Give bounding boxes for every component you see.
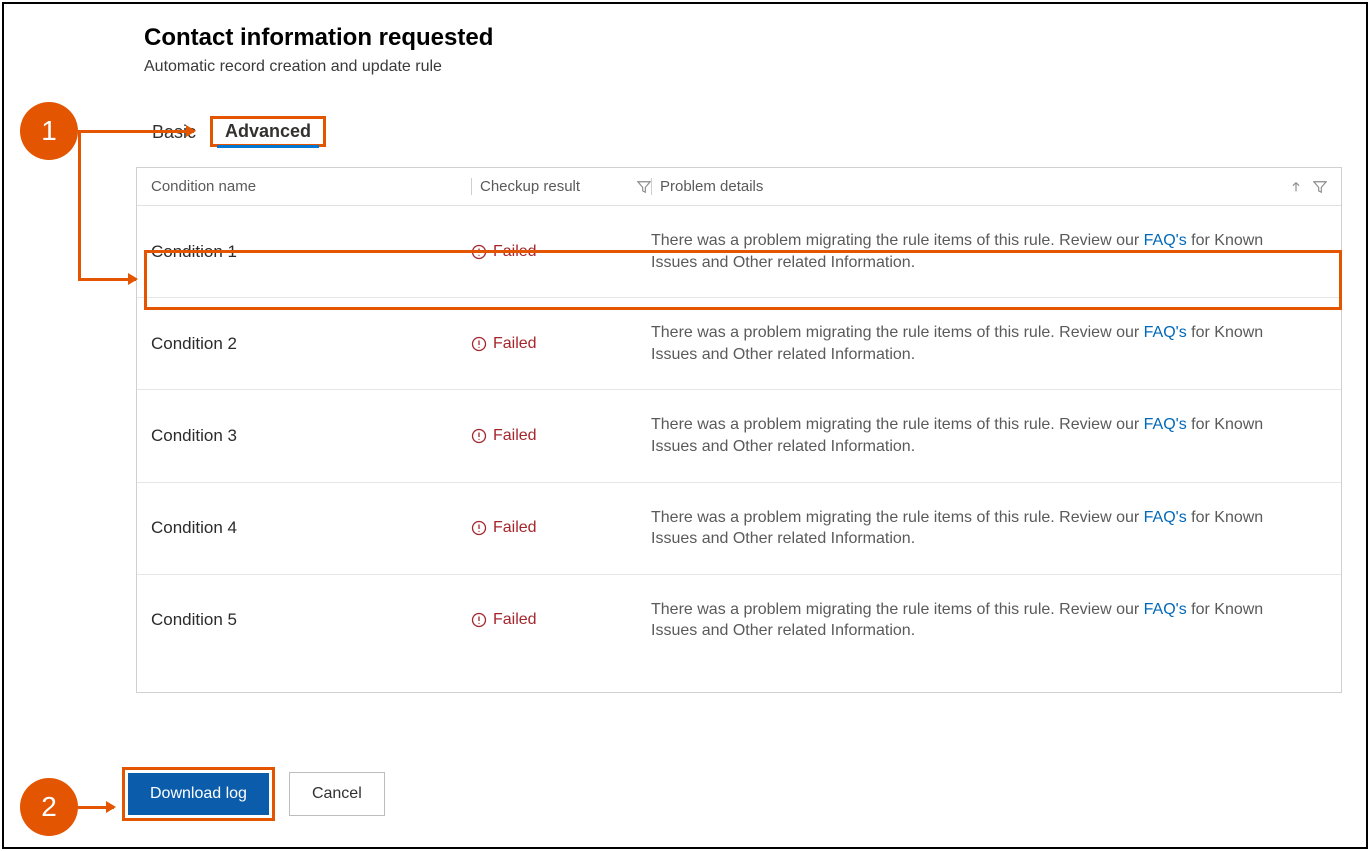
result-status-text: Failed: [493, 427, 537, 445]
annotation-arrow-1a: [78, 130, 194, 133]
error-icon: [471, 336, 487, 352]
annotation-arrow-1b: [78, 278, 136, 281]
cell-problem-details: There was a problem migrating the rule i…: [651, 507, 1327, 550]
annotation-badge-2-label: 2: [41, 791, 57, 823]
cell-problem-details: There was a problem migrating the rule i…: [651, 230, 1327, 273]
cell-condition-name: Condition 5: [151, 610, 471, 630]
details-text-pre: There was a problem migrating the rule i…: [651, 601, 1144, 618]
cell-problem-details: There was a problem migrating the rule i…: [651, 599, 1327, 642]
tab-advanced[interactable]: Advanced: [217, 115, 319, 148]
error-icon: [471, 244, 487, 260]
conditions-table: Condition name Checkup result Problem de…: [136, 167, 1342, 693]
table-row[interactable]: Condition 4 Failed There was a problem mig…: [137, 483, 1341, 575]
cell-checkup-result: Failed: [471, 335, 651, 353]
cell-condition-name: Condition 2: [151, 334, 471, 354]
app-frame: Contact information requested Automatic …: [2, 2, 1368, 849]
column-header-condition-name[interactable]: Condition name: [151, 178, 471, 195]
faq-link[interactable]: FAQ's: [1144, 509, 1187, 526]
result-status-text: Failed: [493, 519, 537, 537]
page-title: Contact information requested: [144, 24, 1366, 52]
cell-condition-name: Condition 1: [151, 242, 471, 262]
download-log-button[interactable]: Download log: [128, 773, 269, 815]
details-text-pre: There was a problem migrating the rule i…: [651, 232, 1144, 249]
column-header-problem-details[interactable]: Problem details: [651, 178, 1327, 195]
cell-condition-name: Condition 3: [151, 426, 471, 446]
filter-icon[interactable]: [637, 180, 651, 194]
annotation-badge-1-label: 1: [41, 115, 57, 147]
column-header-problem-details-label: Problem details: [660, 178, 763, 195]
page-subtitle: Automatic record creation and update rul…: [144, 58, 1366, 76]
cancel-button[interactable]: Cancel: [289, 772, 385, 816]
error-icon: [471, 520, 487, 536]
column-header-checkup-result-label: Checkup result: [480, 178, 580, 195]
cell-checkup-result: Failed: [471, 427, 651, 445]
column-header-checkup-result[interactable]: Checkup result: [471, 178, 651, 195]
annotation-highlight-advanced: Advanced: [210, 116, 326, 147]
cell-problem-details: There was a problem migrating the rule i…: [651, 414, 1327, 457]
cell-checkup-result: Failed: [471, 243, 651, 261]
result-status-text: Failed: [493, 335, 537, 353]
tabs: Basic Advanced: [144, 116, 1366, 147]
cell-problem-details: There was a problem migrating the rule i…: [651, 322, 1327, 365]
annotation-line-1: [78, 130, 81, 280]
annotation-badge-1: 1: [20, 102, 78, 160]
cell-checkup-result: Failed: [471, 519, 651, 537]
cell-checkup-result: Failed: [471, 611, 651, 629]
table-header: Condition name Checkup result Problem de…: [137, 168, 1341, 206]
faq-link[interactable]: FAQ's: [1144, 416, 1187, 433]
faq-link[interactable]: FAQ's: [1144, 232, 1187, 249]
faq-link[interactable]: FAQ's: [1144, 324, 1187, 341]
annotation-arrow-2: [78, 806, 114, 809]
result-status-text: Failed: [493, 611, 537, 629]
table-bottom-spacer: [137, 666, 1341, 692]
annotation-highlight-download: Download log: [122, 767, 275, 821]
cell-condition-name: Condition 4: [151, 518, 471, 538]
sort-up-icon[interactable]: [1289, 180, 1303, 194]
error-icon: [471, 612, 487, 628]
faq-link[interactable]: FAQ's: [1144, 601, 1187, 618]
details-text-pre: There was a problem migrating the rule i…: [651, 416, 1144, 433]
footer-buttons: Download log Cancel: [122, 767, 385, 821]
details-text-pre: There was a problem migrating the rule i…: [651, 324, 1144, 341]
table-row[interactable]: Condition 1 Failed There was a problem mig…: [137, 206, 1341, 298]
annotation-badge-2: 2: [20, 778, 78, 836]
table-row[interactable]: Condition 5 Failed There was a problem mig…: [137, 575, 1341, 666]
table-row[interactable]: Condition 3 Failed There was a problem mig…: [137, 390, 1341, 482]
filter-icon[interactable]: [1313, 180, 1327, 194]
error-icon: [471, 428, 487, 444]
details-text-pre: There was a problem migrating the rule i…: [651, 509, 1144, 526]
table-row[interactable]: Condition 2 Failed There was a problem mig…: [137, 298, 1341, 390]
result-status-text: Failed: [493, 243, 537, 261]
